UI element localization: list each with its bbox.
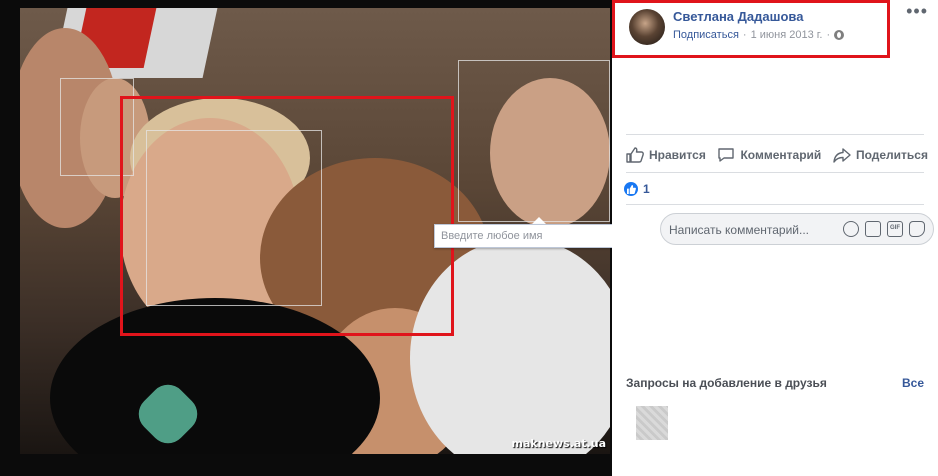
globe-icon: [834, 30, 845, 40]
share-label: Поделиться: [855, 148, 928, 162]
thumbs-up-icon: [626, 147, 644, 163]
post-date[interactable]: 1 июня 2013 г.: [751, 29, 823, 41]
friend-avatar: [636, 406, 668, 440]
post-actions: Нравится Комментарий Поделиться: [626, 144, 928, 166]
share-button[interactable]: Поделиться: [833, 147, 928, 163]
face-tag-box[interactable]: [458, 60, 610, 222]
comment-placeholder: Написать комментарий...: [669, 223, 810, 237]
like-reaction-icon: [624, 182, 638, 196]
post-meta: Подписаться · 1 июня 2013 г. ·: [673, 29, 845, 41]
meta-separator: ·: [826, 29, 831, 41]
comment-icon: [718, 148, 735, 162]
author-name-link[interactable]: Светлана Дадашова: [673, 9, 803, 24]
comment-input[interactable]: Написать комментарий... GIF: [660, 213, 934, 245]
comment-tools: GIF: [843, 221, 925, 237]
reaction-summary[interactable]: 1: [624, 182, 650, 196]
tag-input-caret: [532, 217, 546, 224]
post-author-header: Светлана Дадашова Подписаться · 1 июня 2…: [612, 0, 890, 58]
comment-button[interactable]: Комментарий: [717, 147, 821, 163]
divider: [626, 172, 924, 173]
more-options-icon[interactable]: •••: [906, 2, 928, 20]
divider: [626, 204, 924, 205]
friend-requests-see-all[interactable]: Все: [902, 376, 924, 390]
like-label: Нравится: [649, 148, 706, 162]
reaction-count: 1: [643, 182, 650, 196]
meta-separator: ·: [742, 29, 747, 41]
gif-icon[interactable]: GIF: [887, 221, 903, 237]
post-sidebar: Светлана Дадашова Подписаться · 1 июня 2…: [612, 0, 938, 476]
author-avatar[interactable]: [629, 9, 665, 45]
photo-watermark: maknews.at.ua: [511, 437, 607, 450]
face-highlight-box: [120, 96, 454, 336]
subscribe-link[interactable]: Подписаться: [673, 29, 739, 41]
camera-icon[interactable]: [865, 221, 881, 237]
friend-request-item[interactable]: [626, 404, 926, 448]
emoji-icon[interactable]: [843, 221, 859, 237]
photo-viewer: maknews.at.ua Введите любое имя: [0, 0, 612, 476]
sticker-icon[interactable]: [909, 221, 925, 237]
tag-name-input[interactable]: Введите любое имя: [434, 224, 612, 248]
like-button[interactable]: Нравится: [626, 147, 706, 163]
divider: [626, 134, 924, 135]
share-icon: [833, 148, 851, 163]
comment-label: Комментарий: [740, 148, 822, 162]
friend-requests-title: Запросы на добавление в друзья: [626, 376, 827, 390]
